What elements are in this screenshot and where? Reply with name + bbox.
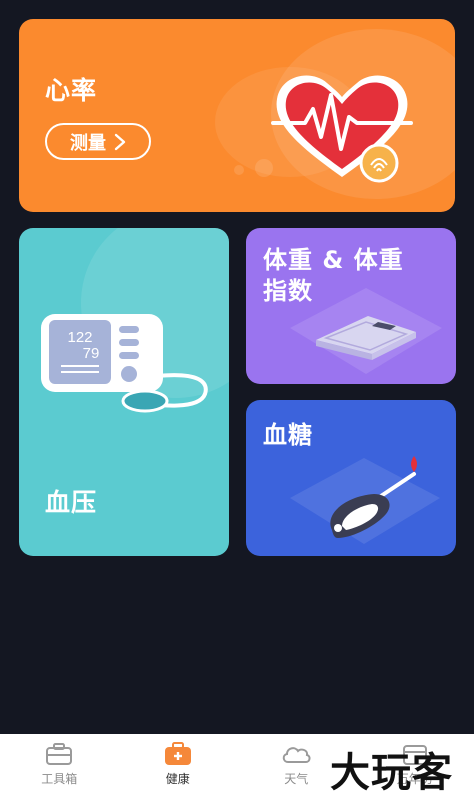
heart-pulse-icon <box>271 75 413 183</box>
glucose-meter-icon <box>290 456 440 544</box>
blood-sugar-title: 血糖 <box>263 421 313 449</box>
heart-rate-title: 心率 <box>45 76 98 105</box>
weight-bmi-card[interactable]: 体重 & 体重 指数 <box>246 228 456 384</box>
blood-pressure-card[interactable]: 122 79 血压 <box>19 228 229 556</box>
cloud-icon <box>283 747 311 763</box>
heart-rate-card[interactable]: 心率 测量 <box>19 19 455 212</box>
toolbox-icon <box>46 743 73 765</box>
blood-pressure-title: 血压 <box>45 488 98 517</box>
decorative-dot <box>234 165 244 175</box>
measure-button-label: 测量 <box>70 132 106 154</box>
chevron-right-icon <box>114 133 126 150</box>
tab-health[interactable]: 健康 <box>119 734 238 794</box>
tab-weather-label: 天气 <box>284 772 309 786</box>
scale-icon <box>290 288 442 374</box>
blood-pressure-monitor-icon: 122 79 <box>41 314 208 413</box>
health-kit-icon <box>164 742 191 765</box>
blood-sugar-card[interactable]: 血糖 <box>246 400 456 556</box>
svg-text:122: 122 <box>67 329 92 346</box>
weight-title-line1: 体重 & 体重 <box>263 246 404 274</box>
watermark-logo: 大玩客 <box>330 749 453 794</box>
tab-toolbox-label: 工具箱 <box>41 772 78 786</box>
tab-toolbox[interactable]: 工具箱 <box>0 734 119 794</box>
tab-health-label: 健康 <box>165 772 190 786</box>
measure-button[interactable]: 测量 <box>45 123 151 160</box>
svg-text:79: 79 <box>83 345 100 362</box>
